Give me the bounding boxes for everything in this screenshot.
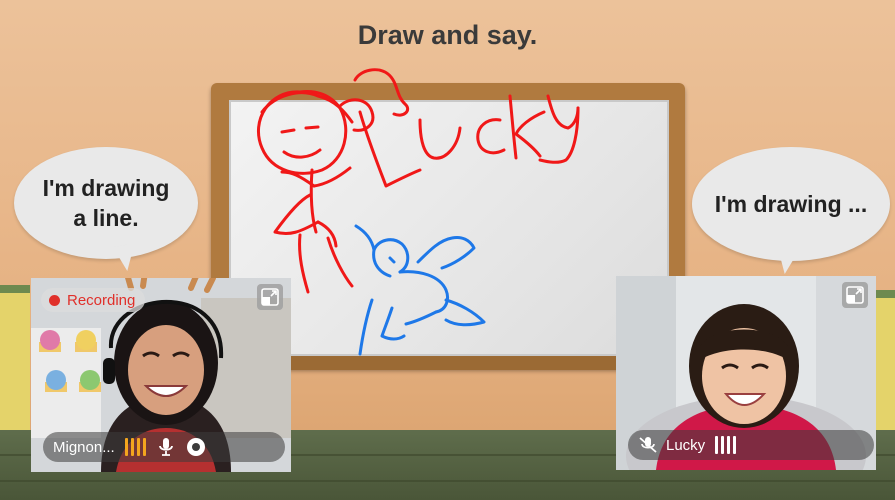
speech-bubble-right: I'm drawing ... [692, 147, 890, 261]
student-expand-button[interactable] [842, 282, 868, 308]
microphone-muted-icon [639, 437, 657, 453]
teacher-expand-button[interactable] [257, 284, 283, 310]
camera-button[interactable] [186, 437, 206, 457]
bubble-left-line2: a line. [73, 205, 139, 231]
microphone-icon [158, 438, 173, 456]
teacher-video-tile: Recording Mignon... [31, 278, 291, 472]
wall-stripe-right [876, 290, 895, 448]
teacher-audio-level-icon [124, 438, 146, 456]
teacher-name-bar: Mignon... [43, 432, 285, 462]
bubble-left-line1: I'm drawing [42, 175, 170, 201]
bubble-right-text: I'm drawing ... [714, 190, 868, 217]
expand-icon [846, 286, 864, 304]
student-video-tile: Lucky [616, 276, 876, 470]
speech-bubble-left: I'm drawing a line. [14, 147, 198, 259]
activity-title: Draw and say. [357, 20, 538, 50]
teacher-name: Mignon... [53, 438, 115, 456]
speech-bubble-left-tail [112, 243, 140, 273]
expand-icon [261, 288, 279, 306]
recording-dot-icon [49, 294, 60, 306]
camera-icon [186, 438, 205, 456]
student-name-bar: Lucky [628, 430, 874, 460]
recording-indicator: Recording [41, 288, 146, 312]
wall-stripe-left [0, 285, 30, 443]
student-name: Lucky [666, 436, 706, 454]
speech-bubble-right-tail [772, 246, 800, 276]
whiteboard-canvas[interactable] [229, 100, 669, 356]
microphone-button[interactable] [158, 437, 174, 457]
recording-label: Recording [67, 291, 136, 309]
student-audio-level-icon [715, 436, 737, 454]
